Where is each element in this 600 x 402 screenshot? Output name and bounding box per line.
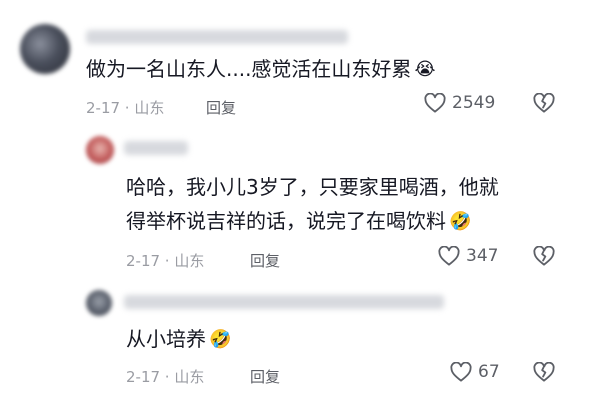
comment-text: 从小培养 🤣 [126, 322, 231, 357]
avatar[interactable] [20, 24, 70, 74]
comment-meta: 2-17 · 山东 [86, 99, 165, 117]
crying-face-emoji: 😭 [414, 59, 436, 80]
like-count: 2549 [452, 93, 496, 113]
username-blurred[interactable] [124, 141, 188, 155]
comment-text: 哈哈，我小儿3岁了，只要家里喝酒，他就 得举杯说吉祥的话，说完了在喝饮料 🤣 [126, 170, 499, 239]
reply-button[interactable]: 回复 [250, 250, 280, 271]
like-count: 67 [478, 362, 500, 382]
like-count: 347 [466, 246, 499, 266]
comment-text-body: 从小培养 [126, 327, 206, 351]
reply-button[interactable]: 回复 [206, 97, 236, 118]
heart-outline-icon [438, 246, 460, 266]
username-blurred[interactable] [86, 30, 348, 44]
comment-text-body: 做为一名山东人....感觉活在山东好累 [86, 57, 412, 81]
heart-outline-icon [424, 93, 446, 113]
like-button[interactable]: 67 [450, 362, 500, 382]
dislike-button[interactable] [533, 93, 555, 113]
reply-button[interactable]: 回复 [250, 366, 280, 387]
comment-text: 做为一名山东人....感觉活在山东好累 😭 [86, 52, 435, 87]
broken-heart-outline-icon [533, 246, 555, 266]
dislike-button[interactable] [533, 246, 555, 266]
like-button[interactable]: 2549 [424, 93, 495, 113]
comment-text-line: 哈哈，我小儿3岁了，只要家里喝酒，他就 [126, 175, 499, 199]
comment-meta: 2-17 · 山东 [126, 368, 205, 386]
dislike-button[interactable] [533, 362, 555, 382]
avatar[interactable] [86, 136, 114, 164]
heart-outline-icon [450, 362, 472, 382]
avatar[interactable] [86, 290, 112, 316]
broken-heart-outline-icon [533, 93, 555, 113]
rolling-laughing-emoji: 🤣 [209, 329, 232, 350]
username-blurred[interactable] [124, 295, 444, 309]
rolling-laughing-emoji: 🤣 [449, 211, 472, 232]
comment-meta: 2-17 · 山东 [126, 252, 205, 270]
comment-text-line: 得举杯说吉祥的话，说完了在喝饮料 [126, 209, 446, 233]
broken-heart-outline-icon [533, 362, 555, 382]
like-button[interactable]: 347 [438, 246, 498, 266]
